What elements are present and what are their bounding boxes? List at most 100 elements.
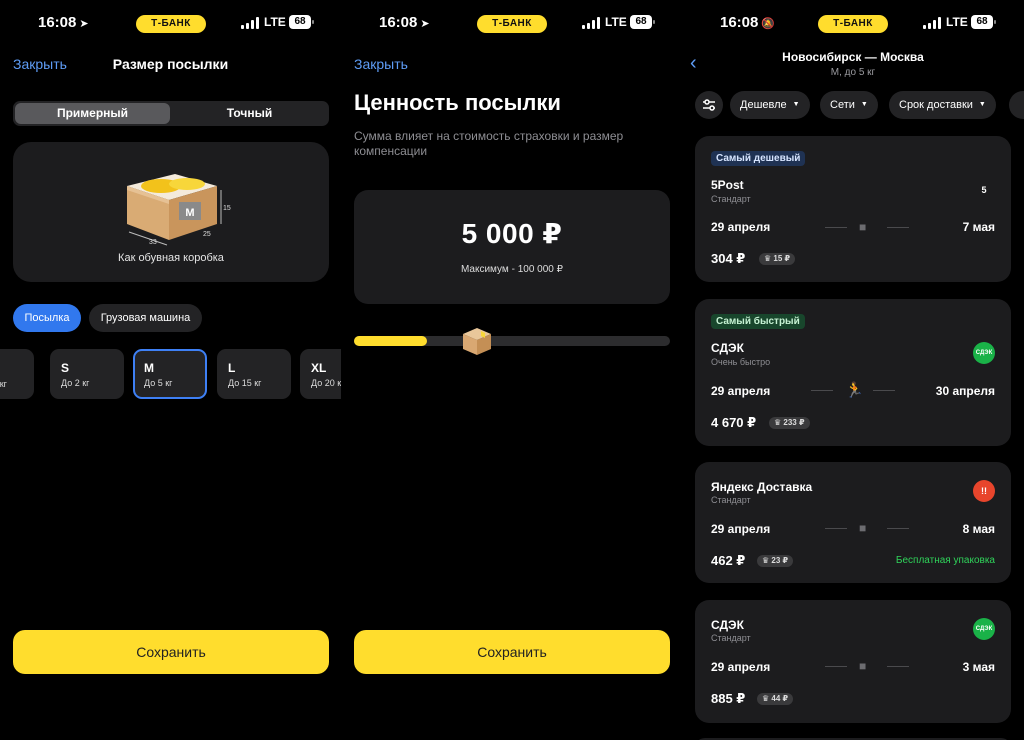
segment-approximate[interactable]: Примерный xyxy=(15,103,170,124)
size-weight: До 5 кг xyxy=(144,378,173,388)
date-to: 30 апреля xyxy=(935,384,995,398)
offer-card[interactable]: СДЭК Стандарт СДЭК 29 апреля ■ 3 мая 885… xyxy=(695,600,1011,723)
parcel-box-icon: ■ xyxy=(859,220,867,234)
carrier-name: 5Post xyxy=(711,178,744,192)
location-arrow-icon: ➤ xyxy=(79,18,89,30)
parcel-box-icon: ■ xyxy=(859,659,867,673)
segment-exact[interactable]: Точный xyxy=(172,103,327,124)
slider-fill xyxy=(354,336,427,346)
filter-networks[interactable]: Сети ▼ xyxy=(820,91,878,119)
network-label: LTE xyxy=(605,15,627,29)
size-weight: До 20 кг xyxy=(311,378,341,388)
timeline-line xyxy=(887,666,909,667)
timeline-line xyxy=(825,666,847,667)
route-title: Новосибирск — Москва xyxy=(782,50,924,64)
size-weight: До 0,5 кг xyxy=(0,379,7,389)
size-weight: До 15 кг xyxy=(228,378,262,388)
clock-text: 16:08 xyxy=(720,14,759,31)
offer-price: 462 ₽ xyxy=(711,553,746,568)
timeline-line xyxy=(887,528,909,529)
bell-muted-icon: 🔕 xyxy=(761,18,776,30)
box-preview-card: M 33 15 25 Как обувная коробка xyxy=(13,142,329,282)
close-button[interactable]: Закрыть xyxy=(13,56,67,72)
carrier-tariff: Очень быстро xyxy=(711,357,771,367)
signal-icon xyxy=(241,17,261,29)
filter-label: Дешевле xyxy=(740,99,787,111)
shoebox-illustration-icon: M 33 15 25 xyxy=(127,174,231,246)
location-arrow-icon: ➤ xyxy=(420,18,430,30)
size-name: L xyxy=(228,361,236,375)
filter-cheaper[interactable]: Дешевле ▼ xyxy=(730,91,810,119)
delivery-offers-screen: 16:08 🔕 Т-БАНК LTE 68 ‹ Новосибирск — Мос… xyxy=(682,0,1024,740)
value-amount[interactable]: 5 000 ₽ xyxy=(354,217,670,250)
dropdown-arrow-icon: ▼ xyxy=(792,101,800,109)
dropdown-arrow-icon: ▼ xyxy=(860,101,868,109)
filter-label: Срок доставки xyxy=(899,99,973,111)
bonus-badge: ♛ 23 ₽ xyxy=(757,555,794,567)
svg-text:15: 15 xyxy=(223,205,231,212)
timeline-line xyxy=(811,390,833,391)
carrier-tariff: Стандарт xyxy=(711,495,751,505)
offer-card[interactable]: Самый быстрый СДЭК Очень быстро СДЭК 29 … xyxy=(695,299,1011,446)
offer-price: 885 ₽ xyxy=(711,691,746,706)
courier-running-icon: 🏃 xyxy=(845,382,864,399)
network-label: LTE xyxy=(264,15,286,29)
carrier-tariff: Стандарт xyxy=(711,194,751,204)
route-subtitle: М, до 5 кг xyxy=(830,67,876,78)
date-from: 29 апреля xyxy=(711,220,771,234)
bank-badge[interactable]: Т-БАНК xyxy=(477,15,547,33)
carrier-logo-yandex-icon: !! xyxy=(973,480,995,502)
offer-price: 304 ₽ xyxy=(711,251,746,266)
carrier-name: СДЭК xyxy=(711,618,744,632)
offer-price: 4 670 ₽ xyxy=(711,415,757,430)
tab-parcel[interactable]: Посылка xyxy=(13,304,81,332)
date-to: 7 мая xyxy=(962,220,995,234)
clock: 16:08 ➤ xyxy=(379,14,430,31)
page-title: Ценность посылки xyxy=(354,90,561,115)
timeline-line xyxy=(873,390,895,391)
bank-badge[interactable]: Т-БАНК xyxy=(136,15,206,33)
timeline-line xyxy=(887,227,909,228)
bank-badge[interactable]: Т-БАНК xyxy=(818,15,888,33)
size-option-l[interactable]: L До 15 кг xyxy=(217,349,291,399)
filter-more[interactable] xyxy=(1009,91,1024,119)
offer-card[interactable]: Яндекс Доставка Стандарт !! 29 апреля ■ … xyxy=(695,462,1011,583)
clock: 16:08 ➤ xyxy=(38,14,89,31)
timeline-line xyxy=(825,528,847,529)
battery-icon: 68 xyxy=(630,15,655,29)
timeline-line xyxy=(825,227,847,228)
size-option-xl[interactable]: XL До 20 кг xyxy=(300,349,341,399)
filter-settings-icon[interactable] xyxy=(695,91,723,119)
value-maximum: Максимум - 100 000 ₽ xyxy=(460,264,563,275)
box-slider-handle-icon[interactable] xyxy=(461,326,493,356)
status-bar: 16:08 ➤ Т-БАНК LTE 68 xyxy=(341,10,682,38)
filter-bar: Дешевле ▼ Сети ▼ Срок доставки ▼ xyxy=(695,91,1024,119)
date-from: 29 апреля xyxy=(711,660,771,674)
size-name: XL xyxy=(311,361,327,375)
size-option-s[interactable]: S До 2 кг xyxy=(50,349,124,399)
clock: 16:08 🔕 xyxy=(720,14,775,31)
clock-text: 16:08 xyxy=(379,14,418,31)
status-bar: 16:08 🔕 Т-БАНК LTE 68 xyxy=(682,10,1024,38)
save-button[interactable]: Сохранить xyxy=(354,630,670,674)
svg-text:25: 25 xyxy=(203,231,211,238)
page-description: Сумма влияет на стоимость страховки и ра… xyxy=(354,129,624,158)
date-from: 29 апреля xyxy=(711,522,771,536)
signal-icon xyxy=(582,17,602,29)
parcel-box-icon: ■ xyxy=(859,521,867,535)
carrier-logo-cdek-icon: СДЭК xyxy=(973,342,995,364)
date-to: 8 мая xyxy=(962,522,995,536)
filter-delivery-time[interactable]: Срок доставки ▼ xyxy=(889,91,996,119)
size-option-xs[interactable]: До 0,5 кг xyxy=(0,349,34,399)
offer-card[interactable]: Самый дешевый 5Post Стандарт 5 29 апреля… xyxy=(695,136,1011,282)
close-button[interactable]: Закрыть xyxy=(354,56,408,72)
save-button[interactable]: Сохранить xyxy=(13,630,329,674)
svg-text:M: M xyxy=(185,207,194,219)
carrier-tariff: Стандарт xyxy=(711,633,751,643)
clock-text: 16:08 xyxy=(38,14,77,31)
tab-truck[interactable]: Грузовая машина xyxy=(89,304,202,332)
cheapest-badge: Самый дешевый xyxy=(711,151,806,166)
size-option-m[interactable]: M До 5 кг xyxy=(133,349,207,399)
size-name: M xyxy=(144,361,154,375)
value-slider[interactable] xyxy=(354,328,670,355)
